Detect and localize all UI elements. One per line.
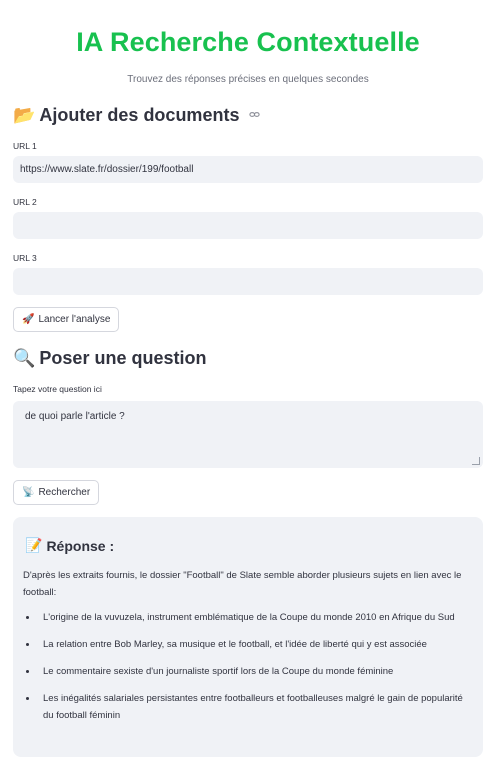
url1-label: URL 1 xyxy=(13,141,37,151)
url1-input[interactable]: https://www.slate.fr/dossier/199/footbal… xyxy=(13,156,483,183)
url2-label: URL 2 xyxy=(13,197,37,207)
anchor-link-icon[interactable] xyxy=(249,109,261,123)
magnifier-icon: 🔍 xyxy=(13,348,36,369)
documents-heading: 📂 Ajouter des documents xyxy=(13,105,261,126)
list-item: Les inégalités salariales persistantes e… xyxy=(23,690,473,724)
question-heading-text: Poser une question xyxy=(39,348,207,368)
folder-icon: 📂 xyxy=(13,105,36,126)
analyze-button-label: Lancer l'analyse xyxy=(38,314,111,325)
resize-handle-icon[interactable] xyxy=(472,457,480,465)
url3-label: URL 3 xyxy=(13,253,37,263)
url2-input[interactable] xyxy=(13,212,483,239)
question-textarea[interactable]: de quoi parle l'article ? xyxy=(13,401,483,468)
rocket-icon: 🚀 xyxy=(22,314,35,325)
answer-intro: D'après les extraits fournis, le dossier… xyxy=(23,570,462,598)
list-item: La relation entre Bob Marley, sa musique… xyxy=(23,636,473,653)
satellite-icon: 📡 xyxy=(22,487,35,498)
page-title: IA Recherche Contextuelle xyxy=(76,27,420,57)
list-item: L'origine de la vuvuzela, instrument emb… xyxy=(23,609,473,626)
memo-icon: 📝 xyxy=(25,537,43,553)
analyze-button[interactable]: 🚀 Lancer l'analyse xyxy=(13,307,120,332)
documents-heading-text: Ajouter des documents xyxy=(39,105,240,125)
answer-title-text: Réponse : xyxy=(46,537,115,554)
search-button[interactable]: 📡 Rechercher xyxy=(13,480,100,505)
answer-title: 📝 Réponse : xyxy=(25,537,114,554)
page-subtitle: Trouvez des réponses précises en quelque… xyxy=(127,74,369,85)
question-label: Tapez votre question ici xyxy=(13,384,102,394)
link-icon xyxy=(249,111,261,117)
url3-input[interactable] xyxy=(13,268,483,295)
answer-list: L'origine de la vuvuzela, instrument emb… xyxy=(23,609,473,734)
question-heading: 🔍 Poser une question xyxy=(13,348,206,369)
question-text: de quoi parle l'article ? xyxy=(25,411,125,422)
search-button-label: Rechercher xyxy=(38,487,91,498)
list-item: Le commentaire sexiste d'un journaliste … xyxy=(23,663,473,680)
answer-panel: 📝 Réponse : D'après les extraits fournis… xyxy=(13,517,483,757)
